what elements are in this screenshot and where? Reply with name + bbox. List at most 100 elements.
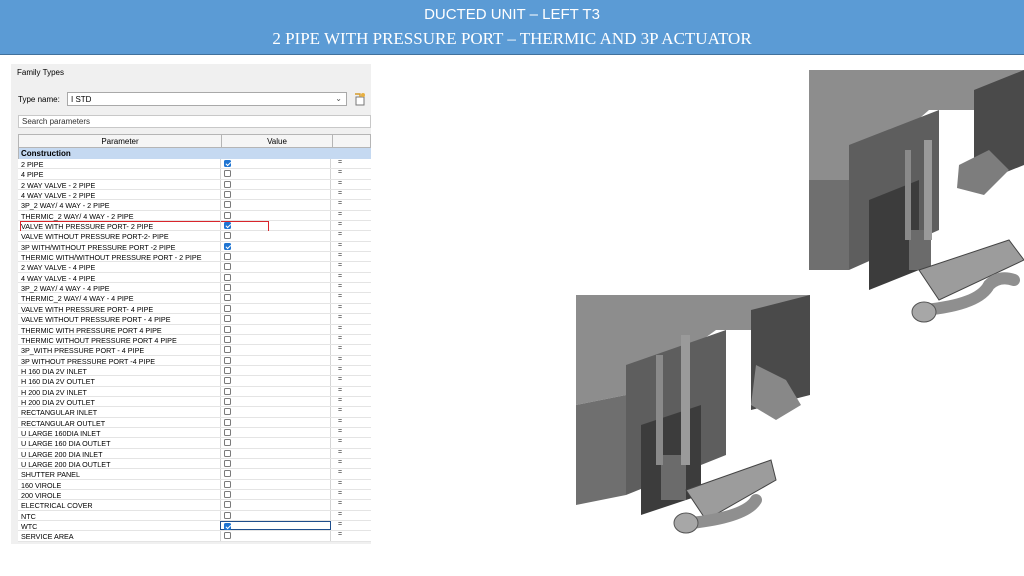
checkbox-unchecked[interactable]	[224, 491, 231, 498]
checkbox-unchecked[interactable]	[224, 470, 231, 478]
checkbox-unchecked[interactable]	[224, 284, 231, 292]
checkbox-unchecked[interactable]	[224, 480, 231, 488]
parameter-row[interactable]: SHUTTER PANEL =	[18, 469, 371, 480]
formula-symbol[interactable]: =	[338, 190, 342, 197]
parameter-row[interactable]: H 160 DIA 2V INLET =	[18, 365, 371, 377]
checkbox-unchecked[interactable]	[224, 170, 231, 178]
parameter-row[interactable]: VALVE WITH PRESSURE PORT- 2 PIPE =	[18, 221, 371, 233]
parameter-row[interactable]: VALVE WITHOUT PRESSURE PORT - 4 PIPE =	[18, 314, 371, 325]
formula-symbol[interactable]: =	[338, 531, 342, 538]
parameter-row[interactable]: U LARGE 160 DIA OUTLET =	[18, 438, 371, 449]
parameter-row[interactable]: RECTANGULAR INLET =	[18, 407, 371, 418]
checkbox-unchecked[interactable]	[224, 397, 231, 405]
new-type-icon[interactable]	[353, 92, 367, 106]
parameter-row[interactable]: THERMIC WITH/WITHOUT PRESSURE PORT - 2 P…	[18, 252, 371, 263]
parameter-row[interactable]: 2 WAY VALVE - 4 PIPE =	[18, 262, 371, 273]
checkbox-unchecked[interactable]	[224, 408, 231, 416]
checkbox-unchecked[interactable]	[224, 346, 231, 354]
formula-symbol[interactable]: =	[338, 521, 342, 528]
formula-symbol[interactable]: =	[338, 438, 342, 445]
parameter-row[interactable]: 2 WAY VALVE - 2 PIPE =	[18, 179, 371, 191]
parameter-row[interactable]: 4 WAY VALVE - 2 PIPE =	[18, 190, 371, 201]
parameter-row[interactable]: VALVE WITHOUT PRESSURE PORT-2- PIPE =	[18, 231, 371, 242]
checkbox-unchecked[interactable]	[224, 439, 231, 447]
checkbox-unchecked[interactable]	[224, 511, 231, 519]
checkbox-checked[interactable]	[224, 523, 231, 531]
formula-symbol[interactable]: =	[338, 376, 342, 383]
formula-symbol[interactable]: =	[338, 397, 342, 404]
parameter-row[interactable]: H 160 DIA 2V OUTLET =	[18, 376, 371, 387]
parameter-row[interactable]: 3P WITH/WITHOUT PRESSURE PORT -2 PIPE =	[18, 241, 371, 253]
formula-symbol[interactable]: =	[338, 511, 342, 518]
formula-symbol[interactable]: =	[338, 252, 342, 259]
checkbox-unchecked[interactable]	[224, 211, 231, 219]
checkbox-unchecked[interactable]	[224, 273, 231, 281]
parameter-row[interactable]: U LARGE 160DIA INLET =	[18, 427, 371, 439]
parameter-row[interactable]: THERMIC WITHOUT PRESSURE PORT 4 PIPE =	[18, 334, 371, 346]
parameter-row[interactable]: WTC =	[18, 521, 371, 532]
formula-symbol[interactable]: =	[338, 211, 342, 218]
checkbox-unchecked[interactable]	[224, 501, 231, 509]
parameter-row[interactable]: RECTANGULAR OUTLET =	[18, 417, 371, 428]
checkbox-unchecked[interactable]	[224, 377, 231, 385]
formula-symbol[interactable]: =	[338, 407, 342, 414]
formula-symbol[interactable]: =	[338, 418, 342, 425]
column-header-parameter[interactable]: Parameter	[19, 137, 221, 146]
column-header-value[interactable]: Value	[222, 137, 332, 146]
checkbox-unchecked[interactable]	[224, 532, 231, 540]
checkbox-checked[interactable]	[224, 160, 231, 167]
checkbox-unchecked[interactable]	[224, 418, 231, 426]
parameter-row[interactable]: THERMIC_2 WAY/ 4 WAY - 2 PIPE =	[18, 210, 371, 222]
checkbox-unchecked[interactable]	[224, 180, 231, 188]
parameter-row[interactable]: SERVICE AREA =	[18, 531, 371, 542]
formula-symbol[interactable]: =	[338, 242, 342, 249]
parameter-row[interactable]: VALVE WITH PRESSURE PORT- 4 PIPE =	[18, 303, 371, 315]
formula-symbol[interactable]: =	[338, 159, 342, 166]
formula-symbol[interactable]: =	[338, 231, 342, 238]
checkbox-unchecked[interactable]	[224, 387, 231, 395]
checkbox-unchecked[interactable]	[224, 201, 231, 209]
checkbox-unchecked[interactable]	[224, 191, 231, 199]
group-construction[interactable]: Construction	[18, 148, 371, 159]
parameter-row[interactable]: 3P WITHOUT PRESSURE PORT -4 PIPE =	[18, 355, 371, 366]
checkbox-unchecked[interactable]	[224, 315, 231, 323]
formula-symbol[interactable]: =	[338, 366, 342, 373]
parameter-row[interactable]: 4 PIPE =	[18, 169, 371, 180]
parameter-row[interactable]: 4 WAY VALVE - 4 PIPE =	[18, 272, 371, 284]
formula-symbol[interactable]: =	[338, 314, 342, 321]
parameter-row[interactable]: 160 VIROLE =	[18, 479, 371, 490]
checkbox-unchecked[interactable]	[224, 325, 231, 333]
parameter-row[interactable]: U LARGE 200 DIA OUTLET =	[18, 458, 371, 470]
checkbox-checked[interactable]	[224, 242, 231, 250]
formula-symbol[interactable]: =	[338, 335, 342, 342]
formula-symbol[interactable]: =	[338, 459, 342, 466]
checkbox-unchecked[interactable]	[224, 428, 231, 436]
checkbox-unchecked[interactable]	[224, 356, 231, 364]
parameter-row[interactable]: 2 PIPE =	[18, 159, 371, 170]
formula-symbol[interactable]: =	[338, 180, 342, 187]
parameter-row[interactable]: 3P_2 WAY/ 4 WAY - 2 PIPE =	[18, 200, 371, 211]
formula-symbol[interactable]: =	[338, 345, 342, 352]
formula-symbol[interactable]: =	[338, 480, 342, 487]
formula-symbol[interactable]: =	[338, 356, 342, 363]
search-parameters-input[interactable]: Search parameters	[18, 115, 371, 128]
formula-symbol[interactable]: =	[338, 200, 342, 207]
checkbox-unchecked[interactable]	[224, 459, 231, 467]
formula-symbol[interactable]: =	[338, 490, 342, 497]
formula-symbol[interactable]: =	[338, 262, 342, 269]
checkbox-unchecked[interactable]	[224, 366, 231, 374]
formula-symbol[interactable]: =	[338, 273, 342, 280]
parameter-row[interactable]: THERMIC_2 WAY/ 4 WAY - 4 PIPE =	[18, 293, 371, 304]
formula-symbol[interactable]: =	[338, 500, 342, 507]
formula-symbol[interactable]: =	[338, 283, 342, 290]
checkbox-unchecked[interactable]	[224, 304, 231, 312]
parameter-row[interactable]: 200 VIROLE =	[18, 490, 371, 501]
checkbox-unchecked[interactable]	[224, 294, 231, 302]
checkbox-checked[interactable]	[224, 222, 231, 230]
parameter-row[interactable]: 3P_2 WAY/ 4 WAY - 4 PIPE =	[18, 283, 371, 294]
checkbox-unchecked[interactable]	[224, 449, 231, 457]
formula-symbol[interactable]: =	[338, 169, 342, 176]
formula-symbol[interactable]: =	[338, 221, 342, 228]
type-name-dropdown[interactable]: I STD ⌄	[67, 92, 347, 106]
formula-symbol[interactable]: =	[338, 469, 342, 476]
